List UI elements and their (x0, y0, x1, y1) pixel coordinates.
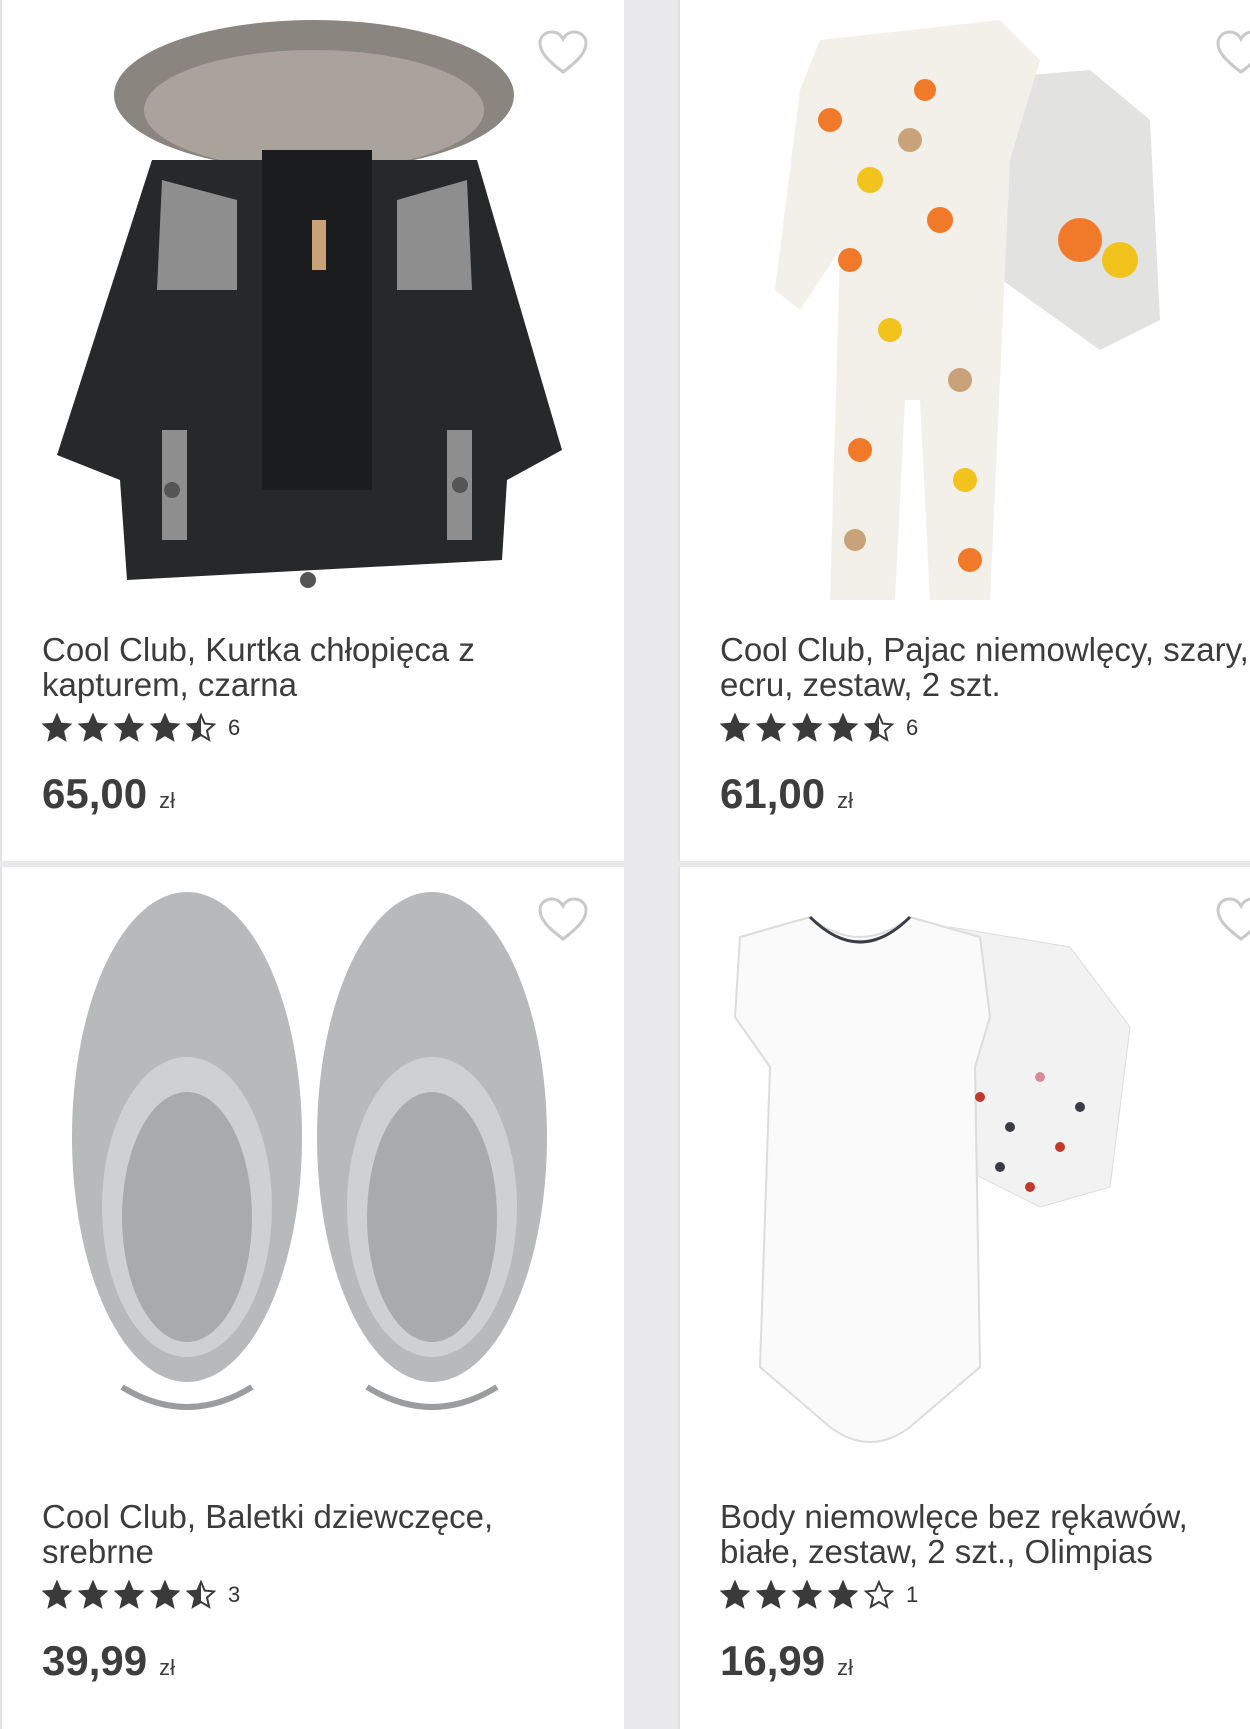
price-currency: zł (159, 1655, 175, 1680)
price-currency: zł (837, 788, 853, 813)
rating-count: 3 (228, 1582, 241, 1607)
star-icon (792, 1580, 822, 1609)
product-card[interactable]: Cool Club, Kurtka chłopięca z kapturem, … (0, 0, 624, 861)
product-rating: 1 (720, 1579, 918, 1611)
heart-outline-icon (538, 30, 588, 74)
product-title[interactable]: Cool Club, Kurtka chłopięca z kapturem, … (42, 632, 582, 702)
price-amount: 16,99 (720, 1637, 826, 1684)
star-icon (114, 713, 144, 742)
rating-count: 6 (228, 715, 241, 740)
price-amount: 61,00 (720, 770, 826, 817)
product-card[interactable]: Cool Club, Baletki dziewczęce, srebrne 3… (0, 867, 624, 1729)
star-half-icon (186, 1580, 216, 1609)
star-half-icon (186, 713, 216, 742)
star-empty-icon (864, 1580, 894, 1609)
rating-count: 1 (906, 1582, 919, 1607)
product-rating: 6 (42, 712, 240, 744)
product-rating: 3 (42, 1579, 240, 1611)
star-icon (756, 1580, 786, 1609)
product-card[interactable]: Cool Club, Pajac niemowlęcy, szary, ecru… (678, 0, 1250, 861)
star-icon (828, 713, 858, 742)
product-price: 39,99 zł (42, 1637, 175, 1685)
price-currency: zł (837, 1655, 853, 1680)
price-amount: 39,99 (42, 1637, 148, 1684)
rating-count: 6 (906, 715, 919, 740)
star-icon (720, 1580, 750, 1609)
star-icon (792, 713, 822, 742)
product-title[interactable]: Cool Club, Baletki dziewczęce, srebrne (42, 1499, 582, 1569)
product-card[interactable]: Body niemowlęce bez rękawów, białe, zest… (678, 867, 1250, 1729)
favorite-button[interactable] (537, 897, 589, 943)
heart-outline-icon (538, 897, 588, 941)
product-title[interactable]: Cool Club, Pajac niemowlęcy, szary, ecru… (720, 632, 1250, 702)
star-icon (42, 713, 72, 742)
favorite-button[interactable] (1215, 30, 1250, 76)
star-icon (150, 713, 180, 742)
star-half-icon (864, 713, 894, 742)
product-image-jacket[interactable] (2, 0, 624, 620)
product-image-bodysuit[interactable] (680, 867, 1250, 1487)
star-icon (150, 1580, 180, 1609)
star-icon (720, 713, 750, 742)
price-currency: zł (159, 788, 175, 813)
product-title[interactable]: Body niemowlęce bez rękawów, białe, zest… (720, 1499, 1250, 1569)
heart-outline-icon (1216, 30, 1250, 74)
favorite-button[interactable] (1215, 897, 1250, 943)
star-icon (114, 1580, 144, 1609)
product-image-ballet-shoes[interactable] (2, 867, 624, 1487)
favorite-button[interactable] (537, 30, 589, 76)
product-image-romper[interactable] (680, 0, 1250, 620)
star-icon (756, 713, 786, 742)
star-icon (42, 1580, 72, 1609)
heart-outline-icon (1216, 897, 1250, 941)
star-icon (828, 1580, 858, 1609)
product-price: 16,99 zł (720, 1637, 853, 1685)
star-icon (78, 1580, 108, 1609)
product-rating: 6 (720, 712, 918, 744)
product-price: 61,00 zł (720, 770, 853, 818)
product-price: 65,00 zł (42, 770, 175, 818)
price-amount: 65,00 (42, 770, 148, 817)
star-icon (78, 713, 108, 742)
product-grid: Cool Club, Kurtka chłopięca z kapturem, … (0, 0, 1250, 1729)
